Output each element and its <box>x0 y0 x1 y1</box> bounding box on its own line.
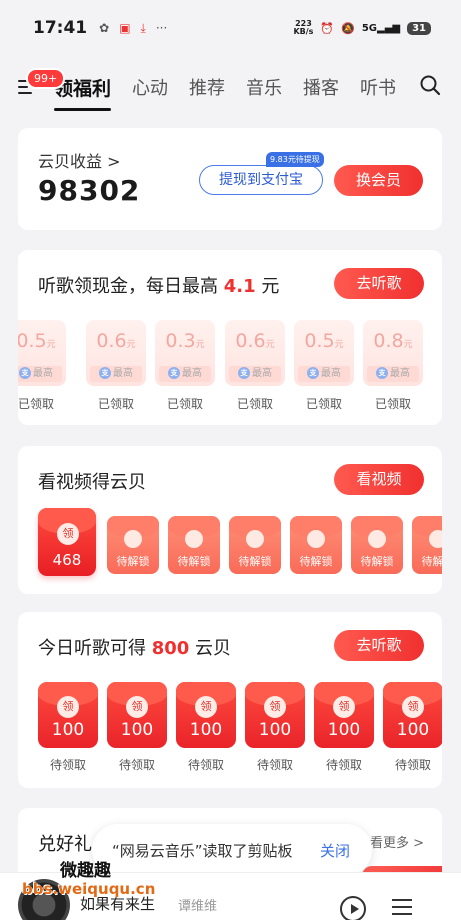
video-reward-unlocked[interactable]: 领 468 <box>38 508 96 576</box>
listen-cash-card: 听歌领现金，每日最高 4.1 元 去听歌 0.5元支最高 已领取 0.6元支最高… <box>18 250 442 425</box>
coupon-item[interactable]: 0.6元支最高 <box>225 320 285 386</box>
withdraw-alipay-button[interactable]: 提现到支付宝 <box>199 165 323 195</box>
status-bar: 17:41 ✿ ▣ ⤓ ··· 223 KB/s ⏰ 🔕 5G▂▄▆ 31 <box>0 0 461 56</box>
video-reward-locked: 待解锁 <box>290 516 342 574</box>
playlist-icon[interactable] <box>392 899 412 915</box>
clipboard-toast: “网易云音乐”读取了剪贴板 关闭 <box>92 824 372 876</box>
watermark-url: bbs.weiququ.cn <box>22 880 156 898</box>
exchange-vip-button[interactable]: 换会员 <box>334 165 423 196</box>
signal-icon: 5G▂▄▆ <box>361 22 401 34</box>
listen-reward-status: 待领取 <box>325 758 362 772</box>
alarm-icon: ⏰ <box>320 21 335 35</box>
claim-seal: 领 <box>57 696 79 718</box>
alipay-icon: 支 <box>99 367 111 379</box>
today-listen-card: 今日听歌可得 800 云贝 去听歌 领 100 待领取 领 100 待领取 领 100… <box>18 612 442 788</box>
video-reward-locked: 待解锁 <box>168 516 220 574</box>
download-icon: ⤓ <box>140 20 146 35</box>
video-reward-locked: 待解锁 <box>351 516 403 574</box>
alipay-icon: 支 <box>168 367 180 379</box>
alipay-icon: 支 <box>238 367 250 379</box>
claim-seal: 领 <box>402 696 424 718</box>
coupon-status: 已领取 <box>97 397 134 411</box>
message-badge: 99+ <box>26 68 66 89</box>
listen-reward[interactable]: 领 100 <box>176 682 236 748</box>
play-icon[interactable] <box>340 896 366 920</box>
earnings-label[interactable]: 云贝收益 > <box>38 148 121 172</box>
tab-recommend[interactable]: 推荐 <box>189 74 225 100</box>
video-reward-locked: 待解锁 <box>229 516 281 574</box>
coupon-status: 已领取 <box>236 397 273 411</box>
coupon-item[interactable]: 0.3元支最高 <box>155 320 215 386</box>
tab-audiobook[interactable]: 听书 <box>360 74 396 100</box>
listen-reward-status: 待领取 <box>49 758 86 772</box>
tab-podcast[interactable]: 播客 <box>303 74 339 100</box>
net-speed: 223 KB/s <box>293 19 314 36</box>
earnings-value: 98302 <box>38 174 141 207</box>
tab-music[interactable]: 音乐 <box>246 74 282 100</box>
coupon-item[interactable]: 0.6元支最高 <box>86 320 146 386</box>
toast-close-button[interactable]: 关闭 <box>320 840 350 861</box>
claim-seal: 领 <box>264 696 286 718</box>
video-reward-locked: 待解锁 <box>412 516 442 574</box>
coupon-strip: 0.5元支最高 已领取 0.6元支最高 已领取 0.3元支最高 已领取 0.6元… <box>18 250 442 425</box>
alipay-icon: 支 <box>376 367 388 379</box>
listen-reward[interactable]: 领 100 <box>107 682 167 748</box>
video-reward-strip: 领468 待解锁 待解锁 待解锁 待解锁 待解锁 待解锁 <box>18 446 442 594</box>
claim-seal: 领 <box>195 696 217 718</box>
coupon-status: 已领取 <box>166 397 203 411</box>
more-notifications-icon: ··· <box>155 21 168 35</box>
coupon-item[interactable]: 0.5元支最高 <box>18 320 66 386</box>
coupon-item[interactable]: 0.5元支最高 <box>294 320 354 386</box>
top-tab-bar: 领福利 心动 推荐 音乐 播客 听书 <box>0 62 461 112</box>
alipay-icon: 支 <box>307 367 319 379</box>
coupon-status: 已领取 <box>374 397 411 411</box>
listen-reward[interactable]: 领 100 <box>383 682 442 748</box>
video-reward-locked: 待解锁 <box>107 516 159 574</box>
battery-icon: 31 <box>407 21 431 35</box>
app-notification-icon: ✿ <box>99 21 110 35</box>
watch-video-card: 看视频得云贝 看视频 领468 待解锁 待解锁 待解锁 待解锁 待解锁 待解锁 <box>18 446 442 594</box>
listen-reward[interactable]: 领 100 <box>38 682 98 748</box>
listen-reward-status: 待领取 <box>187 758 224 772</box>
claim-seal: 领 <box>333 696 355 718</box>
toast-message: “网易云音乐”读取了剪贴板 <box>112 842 293 860</box>
listen-reward-strip: 领 100 待领取 领 100 待领取 领 100 待领取 领 100 待领取 领 100… <box>18 612 442 788</box>
exchange-title: 兑好礼 <box>38 834 92 855</box>
cloud-earnings-card: 云贝收益 > 98302 提现到支付宝 9.83元待提现 换会员 <box>18 128 442 230</box>
listen-reward-status: 待领取 <box>118 758 155 772</box>
see-more-link[interactable]: 看更多 > <box>370 832 424 851</box>
withdraw-pending-tag: 9.83元待提现 <box>266 152 324 167</box>
artist-name: 谭维维 <box>178 899 218 914</box>
alipay-icon: 支 <box>19 367 31 379</box>
status-time: 17:41 <box>33 18 88 38</box>
notification-icons: ✿ ▣ ⤓ ··· <box>99 21 167 36</box>
listen-reward[interactable]: 领 100 <box>314 682 374 748</box>
tab-heart[interactable]: 心动 <box>132 74 168 100</box>
listen-reward[interactable]: 领 100 <box>245 682 305 748</box>
claim-seal: 领 <box>126 696 148 718</box>
coupon-status: 已领取 <box>18 397 54 411</box>
listen-reward-status: 待领取 <box>394 758 431 772</box>
gift-notification-icon: ▣ <box>119 21 131 35</box>
listen-reward-status: 待领取 <box>256 758 293 772</box>
coupon-item[interactable]: 0.8元支最高 <box>363 320 423 386</box>
coupon-status: 已领取 <box>305 397 342 411</box>
mute-icon: 🔕 <box>341 21 355 35</box>
watermark-logo: 微趣趣 <box>60 861 111 881</box>
claim-seal: 领 <box>57 523 79 545</box>
search-icon[interactable] <box>419 74 441 96</box>
